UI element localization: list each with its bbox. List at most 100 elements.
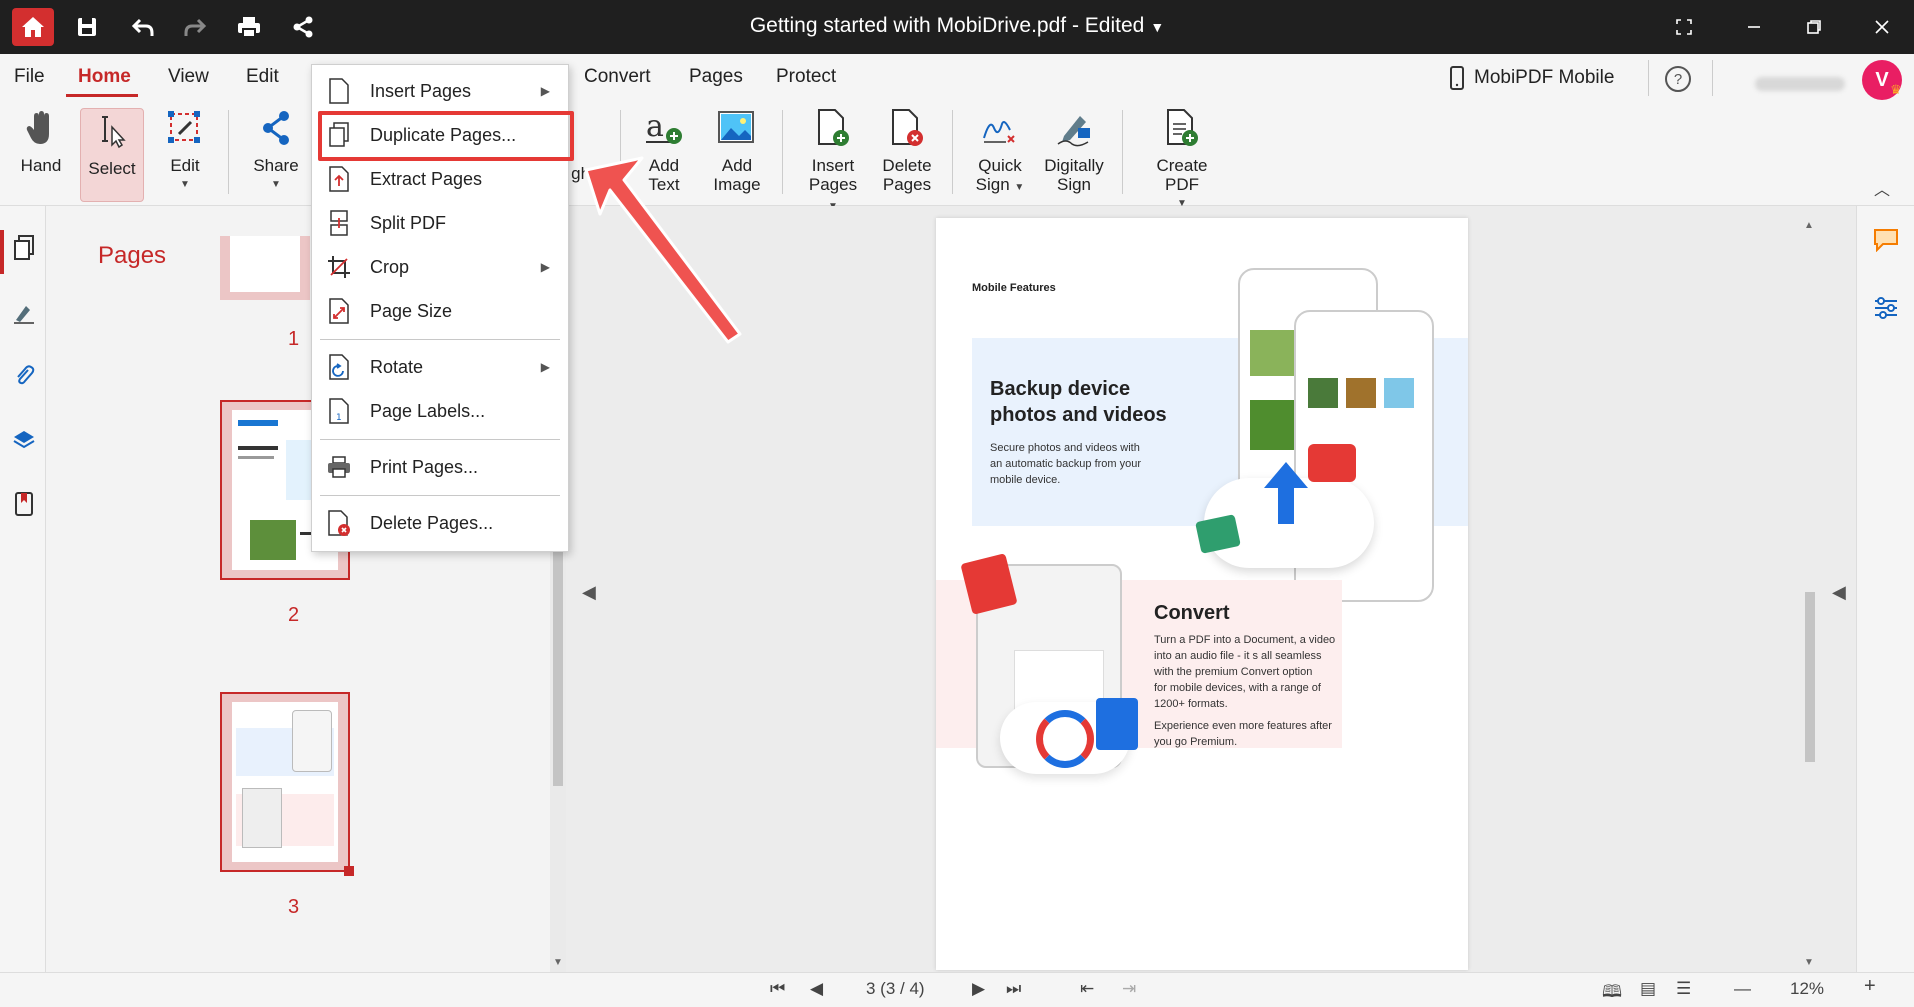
svg-text:1: 1 (336, 413, 342, 423)
plus-icon: + (1864, 975, 1876, 997)
back-view-button[interactable]: ⇤ (1080, 979, 1094, 999)
continuous-view-button[interactable]: ☰ (1676, 979, 1691, 999)
digitally-sign-button[interactable]: Digitally Sign (1042, 106, 1106, 194)
quick-sign-label-line1: Quick (978, 156, 1022, 175)
caret-right-icon: ◀ (1832, 582, 1846, 602)
scrollbar-thumb[interactable] (1805, 592, 1815, 762)
minimize-button[interactable] (1734, 10, 1774, 44)
menu-extract-pages[interactable]: Extract Pages (312, 159, 568, 199)
menu-insert-pages[interactable]: Insert Pages ▶ (312, 71, 568, 111)
create-pdf-label: Create PDF (1156, 156, 1208, 194)
resize-handle[interactable] (344, 866, 354, 876)
layers-panel-button[interactable] (10, 426, 38, 454)
menu-crop[interactable]: Crop ▶ (312, 247, 568, 287)
insert-pages-button[interactable]: Insert Pages ▼ (806, 106, 860, 216)
close-button[interactable] (1862, 10, 1902, 44)
zoom-level[interactable]: 12% (1790, 979, 1824, 999)
share-label: Share (253, 156, 299, 175)
two-page-view-button[interactable]: 🕮 (1602, 979, 1622, 1007)
menu-page-size[interactable]: Page Size (312, 291, 568, 331)
menu-delete-pages[interactable]: Delete Pages... (312, 503, 568, 543)
help-button[interactable]: ? (1665, 66, 1691, 92)
mobipdf-mobile-link[interactable]: MobiPDF Mobile (1450, 66, 1614, 90)
menu-view[interactable]: View (168, 66, 209, 88)
chevron-down-icon: ▼ (1014, 182, 1025, 193)
scroll-up-icon[interactable]: ▲ (1804, 220, 1814, 231)
select-label: Select (88, 159, 136, 178)
create-pdf-button[interactable]: Create PDF ▼ (1138, 106, 1226, 213)
delete-pages-button[interactable]: Delete Pages (880, 106, 934, 194)
avatar-letter: V (1875, 68, 1889, 91)
left-sidebar-strip (0, 206, 46, 972)
annotations-panel-button[interactable] (10, 298, 38, 326)
first-page-button[interactable]: ⏮ (770, 979, 785, 999)
title-bar: Getting started with MobiDrive.pdf - Edi… (0, 0, 1914, 54)
page-indicator[interactable]: 3 (3 / 4) (866, 979, 925, 999)
menu-print-pages[interactable]: Print Pages... (312, 447, 568, 487)
fullscreen-button[interactable] (1664, 10, 1704, 44)
menu-item-label: Print Pages... (370, 456, 479, 477)
collapse-ribbon-button[interactable]: ︿ (1874, 176, 1890, 200)
menu-split-pdf[interactable]: Split PDF (312, 203, 568, 243)
status-bar: ⏮ ◀ 3 (3 / 4) ▶ ⏭ ⇤ ⇥ 🕮 ▤ ☰ — 12% + (0, 972, 1914, 1007)
photo-thumbnail (1250, 330, 1294, 376)
scroll-down-icon[interactable]: ▼ (1804, 957, 1814, 968)
convert-body: Turn a PDF into a Document, a video into… (1154, 632, 1335, 750)
minimize-icon (1748, 26, 1760, 28)
collapse-left-panel-button[interactable]: ◀ (582, 582, 596, 603)
single-page-view-button[interactable]: ▤ (1640, 979, 1656, 999)
select-tool-button[interactable]: Select (80, 108, 144, 202)
collapse-right-panel-button[interactable]: ◀ (1832, 582, 1846, 603)
bookmarks-panel-button[interactable] (10, 490, 38, 518)
upload-arrow-icon (1264, 462, 1308, 524)
highlight-box (318, 111, 574, 161)
edit-tool-button[interactable]: Edit ▼ (160, 106, 210, 194)
previous-page-button[interactable]: ◀ (810, 979, 823, 999)
menu-page-labels[interactable]: 1 Page Labels... (312, 391, 568, 431)
photo-thumbnail (1384, 378, 1414, 408)
menu-file[interactable]: File (14, 66, 45, 88)
scroll-down-icon[interactable]: ▼ (553, 957, 563, 968)
extract-page-icon (329, 166, 349, 192)
share-tool-button[interactable]: Share ▼ (250, 106, 302, 194)
thumbnail-tablet (242, 788, 282, 848)
menu-pages[interactable]: Pages (689, 66, 743, 88)
forward-view-button[interactable]: ⇥ (1122, 979, 1136, 999)
backup-body-line3: mobile device. (990, 474, 1061, 486)
thumbnail-page (230, 236, 300, 292)
page-number-3: 3 (288, 896, 300, 918)
document-scrollbar[interactable]: ▲ ▼ (1802, 218, 1818, 970)
hand-tool-button[interactable]: Hand (12, 106, 70, 175)
next-page-button[interactable]: ▶ (972, 979, 985, 999)
rotate-icon (329, 354, 349, 380)
delete-page-icon (328, 510, 350, 536)
last-page-button[interactable]: ⏭ (1006, 979, 1021, 999)
menu-convert[interactable]: Convert (584, 66, 651, 88)
zoom-out-button[interactable]: — (1734, 979, 1751, 999)
quick-sign-button[interactable]: Quick Sign ▼ (972, 106, 1028, 197)
restore-button[interactable] (1794, 10, 1834, 44)
menu-home[interactable]: Home (78, 66, 131, 88)
backup-body-line1: Secure photos and videos with (990, 442, 1140, 454)
menu-protect[interactable]: Protect (776, 66, 836, 88)
window-title[interactable]: Getting started with MobiDrive.pdf - Edi… (0, 14, 1914, 38)
page-thumbnail-3[interactable] (220, 692, 354, 876)
share-icon (263, 111, 289, 145)
convert-body-line2: into an audio file - it s all seamless (1154, 650, 1322, 662)
page-thumbnail-1[interactable] (220, 236, 310, 300)
menu-edit[interactable]: Edit (246, 66, 279, 88)
insert-pages-label-text: Pages (808, 175, 858, 194)
attachments-panel-button[interactable] (10, 362, 38, 390)
crop-icon (328, 256, 350, 278)
crown-icon: ♛ (1890, 82, 1902, 97)
split-pdf-icon (330, 210, 348, 236)
properties-panel-button[interactable] (1873, 296, 1899, 325)
zoom-in-button[interactable]: + (1864, 975, 1876, 998)
back-view-icon: ⇤ (1080, 979, 1095, 998)
backup-title-line2: photos and videos (990, 404, 1167, 426)
comments-panel-button[interactable] (1873, 228, 1899, 257)
convert-body-line1: Turn a PDF into a Document, a video (1154, 634, 1336, 646)
menu-rotate[interactable]: Rotate ▶ (312, 347, 568, 387)
pages-panel-button[interactable] (10, 234, 38, 262)
thumbnail-page (232, 702, 338, 862)
